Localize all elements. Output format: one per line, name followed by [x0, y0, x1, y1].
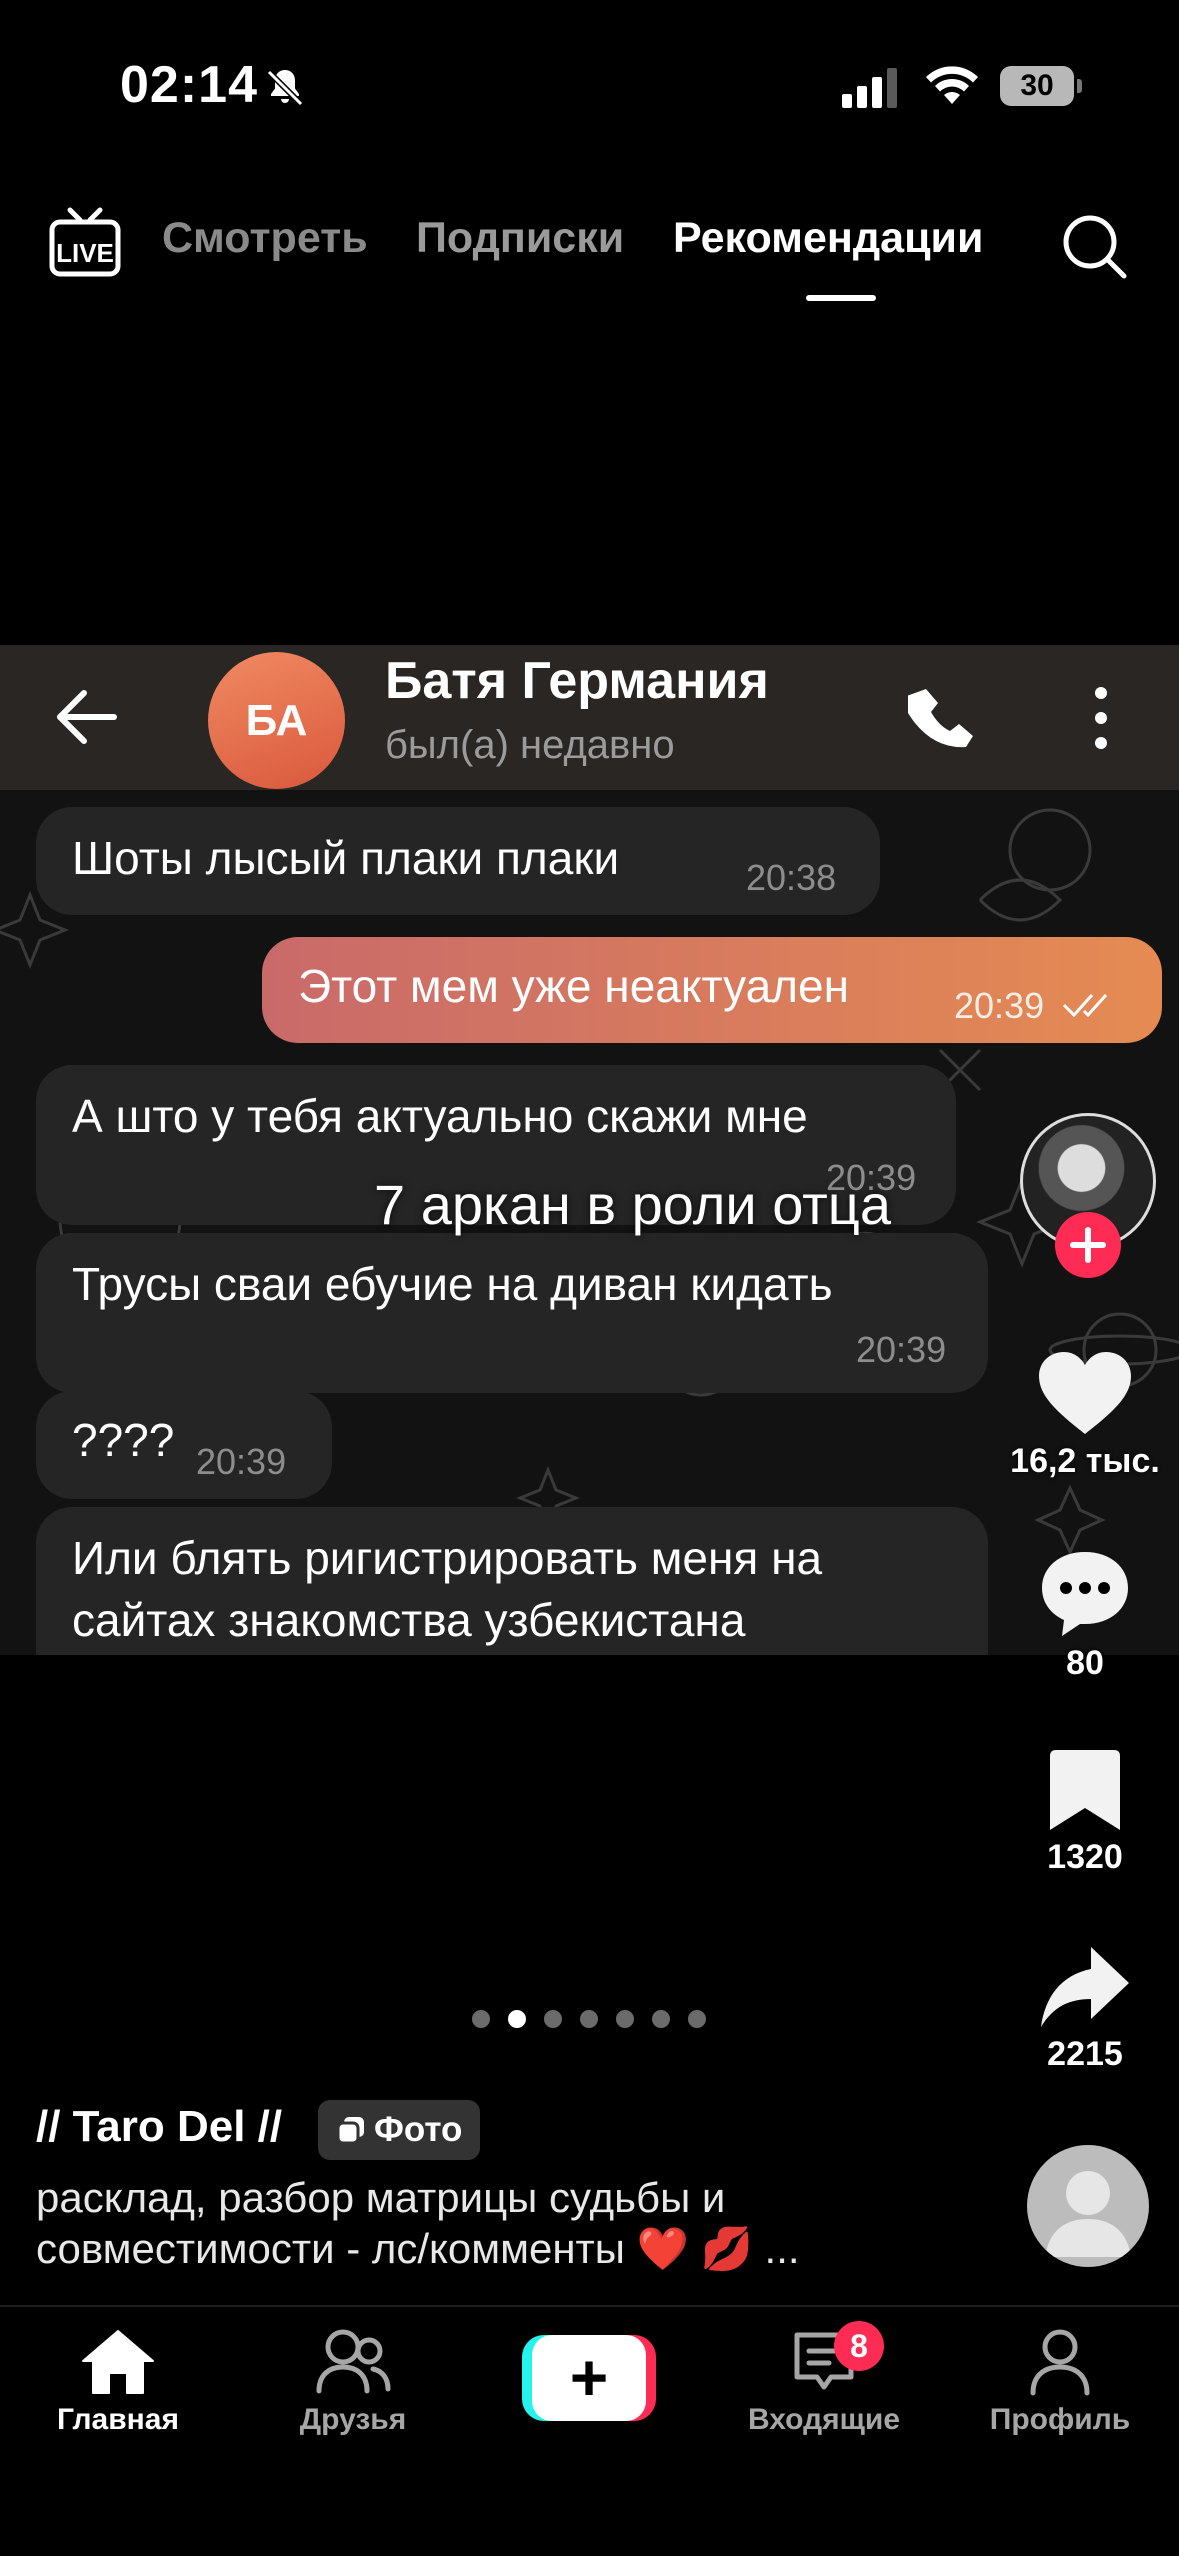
- message-time: 20:39: [196, 1441, 287, 1482]
- more-vertical-icon: [1095, 687, 1107, 749]
- active-tab-indicator: [806, 295, 876, 301]
- inbox-notification-badge: 8: [834, 2321, 884, 2371]
- phone-icon: [908, 689, 973, 748]
- description-line-1: расклад, разбор матрицы судьбы и: [36, 2174, 726, 2221]
- share-count: 2215: [1047, 2035, 1123, 2073]
- save-count: 1320: [1047, 1838, 1123, 1876]
- description-line-2: совместимости - лс/комменты ❤️ 💋 ...: [36, 2225, 800, 2273]
- comment-icon: [1042, 1552, 1128, 1636]
- battery-icon: 30: [1000, 66, 1082, 106]
- tab-recommendations[interactable]: Рекомендации: [673, 214, 983, 263]
- back-arrow-icon: [57, 690, 117, 744]
- nav-friends-label: Друзья: [299, 2403, 407, 2436]
- nav-inbox-label: Входящие: [747, 2403, 901, 2436]
- photo-carousel-indicator: [472, 2010, 712, 2030]
- bottom-navigation: Главная Друзья + 8 Входящие Профиль: [0, 2305, 1179, 2556]
- photo-badge-label: Фото: [374, 2110, 463, 2149]
- message-text: Шоты лысый плаки плаки: [72, 832, 620, 884]
- message-text: ????: [72, 1414, 175, 1466]
- plus-icon: [1070, 1227, 1106, 1263]
- carousel-dot[interactable]: [544, 2010, 562, 2028]
- share-button[interactable]: 2215: [975, 1945, 1179, 2074]
- bookmark-icon: [1050, 1750, 1120, 1830]
- follow-button[interactable]: [1055, 1212, 1121, 1278]
- message-text-line-1: Или блять ригистрировать меня на: [72, 1532, 823, 1584]
- nav-profile[interactable]: Профиль: [950, 2327, 1170, 2437]
- message-text: Трусы сваи ебучие на диван кидать: [72, 1258, 833, 1310]
- bell-muted-icon: [266, 69, 304, 107]
- chat-message-incoming: Шоты лысый плаки плаки 20:38: [36, 807, 880, 915]
- chat-header: БА Батя Германия был(а) недавно: [0, 645, 1179, 790]
- comment-count: 80: [1066, 1644, 1104, 1682]
- carousel-dot[interactable]: [616, 2010, 634, 2028]
- cellular-signal-icon: [842, 68, 897, 108]
- search-icon[interactable]: [1060, 212, 1128, 280]
- message-text-line-2: сайтах знакомства узбекистана: [72, 1594, 746, 1646]
- like-count: 16,2 тыс.: [1010, 1442, 1160, 1480]
- carousel-dot[interactable]: [580, 2010, 598, 2028]
- wifi-icon: [926, 66, 978, 104]
- profile-icon: [1030, 2329, 1090, 2396]
- read-receipt-icon: [1062, 993, 1108, 1018]
- photo-overlay-caption: 7 аркан в роли отца: [0, 1172, 1179, 1237]
- plus-icon: +: [569, 2340, 609, 2414]
- tab-subscriptions[interactable]: Подписки: [416, 214, 624, 263]
- music-disc[interactable]: [1027, 2145, 1149, 2267]
- chat-message-incoming: Трусы сваи ебучие на диван кидать 20:39: [36, 1233, 988, 1393]
- create-button[interactable]: +: [522, 2335, 656, 2421]
- post-photo-chat-screenshot[interactable]: БА Батя Германия был(а) недавно Шоты лыс…: [0, 645, 1179, 1655]
- photo-badge: Фото: [318, 2100, 481, 2160]
- live-label: LIVE: [56, 238, 114, 268]
- comment-button[interactable]: 80: [975, 1548, 1179, 1683]
- message-time: 20:39: [954, 985, 1045, 1026]
- message-time: 20:39: [856, 1329, 947, 1370]
- share-arrow-icon: [1041, 1947, 1129, 2027]
- carousel-dot[interactable]: [688, 2010, 706, 2028]
- carousel-dot[interactable]: [508, 2010, 526, 2028]
- contact-status: был(а) недавно: [385, 723, 675, 767]
- carousel-dot[interactable]: [652, 2010, 670, 2028]
- contact-name: Батя Германия: [385, 652, 769, 710]
- contact-initials: БА: [245, 696, 308, 745]
- heart-icon: [1039, 1352, 1131, 1434]
- post-description[interactable]: расклад, разбор матрицы судьбы и совмест…: [36, 2172, 916, 2274]
- tab-watch[interactable]: Смотреть: [162, 214, 368, 263]
- status-time: 02:14: [120, 56, 258, 114]
- nav-home-label: Главная: [56, 2403, 179, 2436]
- overlay-caption-text: 7 аркан в роли отца: [373, 1173, 891, 1236]
- like-button[interactable]: 16,2 тыс.: [975, 1350, 1179, 1481]
- photo-stack-icon: [336, 2117, 364, 2145]
- message-time: 20:38: [746, 857, 837, 898]
- nav-home[interactable]: Главная: [8, 2327, 228, 2437]
- message-text: А што у тебя актуально скажи мне: [72, 1090, 808, 1142]
- nav-profile-label: Профиль: [989, 2403, 1131, 2436]
- nav-friends[interactable]: Друзья: [243, 2327, 463, 2437]
- message-text: Этот мем уже неактуален: [298, 960, 849, 1012]
- contact-avatar: БА: [208, 652, 345, 789]
- live-tv-icon[interactable]: LIVE: [48, 204, 122, 284]
- chat-message-incoming: ???? 20:39: [36, 1391, 332, 1499]
- chat-message-outgoing: Этот мем уже неактуален 20:39: [262, 937, 1162, 1043]
- author-name[interactable]: // Taro Del //: [36, 2102, 282, 2152]
- carousel-dot[interactable]: [472, 2010, 490, 2028]
- status-bar: 02:14 30: [0, 0, 1179, 170]
- save-button[interactable]: 1320: [975, 1748, 1179, 1877]
- home-icon: [82, 2330, 154, 2394]
- top-navigation: LIVE Смотреть Подписки Рекомендации: [0, 200, 1179, 310]
- friends-icon: [316, 2329, 391, 2394]
- nav-inbox[interactable]: 8 Входящие: [714, 2321, 934, 2437]
- chat-message-incoming: Или блять ригистрировать меня на сайтах …: [36, 1507, 988, 1655]
- battery-level: 30: [1020, 69, 1054, 102]
- user-placeholder-icon: [1045, 2171, 1131, 2257]
